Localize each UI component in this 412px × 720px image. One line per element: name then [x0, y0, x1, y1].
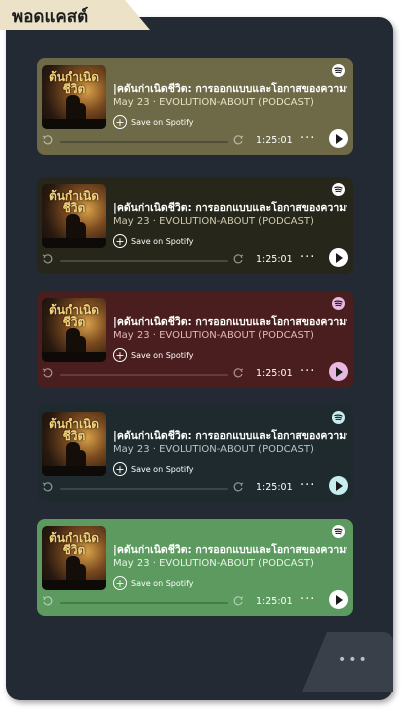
- more-horizontal-icon[interactable]: ···: [300, 592, 315, 607]
- skip-forward-15-icon[interactable]: [232, 253, 244, 265]
- skip-back-15-icon[interactable]: [42, 481, 54, 493]
- episode-artwork[interactable]: ต้นกำเนิดชีวิต: [42, 412, 106, 476]
- play-icon[interactable]: [336, 480, 343, 491]
- artwork-ground: [42, 119, 106, 129]
- episode-meta[interactable]: May 23 · EVOLUTION-ABOUT (PODCAST): [113, 216, 347, 227]
- plus-circle-icon[interactable]: +: [113, 462, 127, 476]
- skip-forward-15-icon[interactable]: [232, 367, 244, 379]
- more-dots-icon[interactable]: •••: [338, 652, 369, 668]
- play-button[interactable]: [329, 362, 348, 381]
- artwork-title: ต้นกำเนิดชีวิต: [48, 531, 100, 557]
- artwork-ground: [42, 238, 106, 248]
- section-title: พอดแคสต์: [12, 7, 89, 27]
- section-tab: พอดแคสต์: [0, 0, 150, 30]
- spotify-embed-card[interactable]: ต้นกำเนิดชีวิต |คดันก่าเนิดชีวิต: การออก…: [37, 177, 353, 274]
- episode-title[interactable]: |คดันก่าเนิดชีวิต: การออกแบบและโอกาสของค…: [113, 427, 347, 444]
- save-label[interactable]: Save on Spotify: [131, 237, 194, 246]
- save-on-spotify-button[interactable]: + Save on Spotify: [113, 233, 194, 249]
- episode-artwork[interactable]: ต้นกำเนิดชีวิต: [42, 65, 106, 129]
- episode-title[interactable]: |คดันก่าเนิดชีวิต: การออกแบบและโอกาสของค…: [113, 199, 347, 216]
- skip-forward-15-icon[interactable]: [232, 134, 244, 146]
- episode-artwork[interactable]: ต้นกำเนิดชีวิต: [42, 298, 106, 362]
- episode-meta[interactable]: May 23 · EVOLUTION-ABOUT (PODCAST): [113, 97, 347, 108]
- episode-duration: 1:25:01: [256, 254, 293, 265]
- spotify-embed-card[interactable]: ต้นกำเนิดชีวิต |คดันก่าเนิดชีวิต: การออก…: [37, 519, 353, 616]
- artwork-title: ต้นกำเนิดชีวิต: [48, 303, 100, 329]
- plus-circle-icon[interactable]: +: [113, 115, 127, 129]
- plus-circle-icon[interactable]: +: [113, 576, 127, 590]
- artwork-ground: [42, 580, 106, 590]
- more-horizontal-icon[interactable]: ···: [300, 131, 315, 146]
- spotify-embed-card[interactable]: ต้นกำเนิดชีวิต |คดันก่าเนิดชีวิต: การออก…: [37, 291, 353, 388]
- spotify-icon[interactable]: [332, 183, 345, 196]
- spotify-icon[interactable]: [332, 525, 345, 538]
- plus-circle-icon[interactable]: +: [113, 348, 127, 362]
- play-icon[interactable]: [336, 366, 343, 377]
- episode-duration: 1:25:01: [256, 368, 293, 379]
- plus-circle-icon[interactable]: +: [113, 234, 127, 248]
- spotify-embed-card[interactable]: ต้นกำเนิดชีวิต |คดันก่าเนิดชีวิต: การออก…: [37, 58, 353, 155]
- progress-track[interactable]: [60, 374, 228, 376]
- episode-duration: 1:25:01: [256, 135, 293, 146]
- spotify-icon[interactable]: [332, 411, 345, 424]
- skip-back-15-icon[interactable]: [42, 367, 54, 379]
- artwork-ground: [42, 466, 106, 476]
- spotify-icon[interactable]: [332, 64, 345, 77]
- play-button[interactable]: [329, 129, 348, 148]
- save-on-spotify-button[interactable]: + Save on Spotify: [113, 114, 194, 130]
- spotify-embed-card[interactable]: ต้นกำเนิดชีวิต |คดันก่าเนิดชีวิต: การออก…: [37, 405, 353, 502]
- save-label[interactable]: Save on Spotify: [131, 579, 194, 588]
- artwork-ground: [42, 352, 106, 362]
- spotify-icon[interactable]: [332, 297, 345, 310]
- player-controls: 1:25:01 ···: [42, 362, 348, 384]
- save-on-spotify-button[interactable]: + Save on Spotify: [113, 575, 194, 591]
- play-button[interactable]: [329, 590, 348, 609]
- save-on-spotify-button[interactable]: + Save on Spotify: [113, 347, 194, 363]
- more-horizontal-icon[interactable]: ···: [300, 364, 315, 379]
- progress-track[interactable]: [60, 260, 228, 262]
- play-button[interactable]: [329, 476, 348, 495]
- progress-track[interactable]: [60, 602, 228, 604]
- episode-artwork[interactable]: ต้นกำเนิดชีวิต: [42, 526, 106, 590]
- artwork-title: ต้นกำเนิดชีวิต: [48, 417, 100, 443]
- player-controls: 1:25:01 ···: [42, 590, 348, 612]
- episode-meta[interactable]: May 23 · EVOLUTION-ABOUT (PODCAST): [113, 330, 347, 341]
- player-controls: 1:25:01 ···: [42, 476, 348, 498]
- skip-forward-15-icon[interactable]: [232, 595, 244, 607]
- save-on-spotify-button[interactable]: + Save on Spotify: [113, 461, 194, 477]
- skip-back-15-icon[interactable]: [42, 253, 54, 265]
- artwork-title: ต้นกำเนิดชีวิต: [48, 70, 100, 96]
- episode-duration: 1:25:01: [256, 482, 293, 493]
- player-controls: 1:25:01 ···: [42, 129, 348, 151]
- skip-forward-15-icon[interactable]: [232, 481, 244, 493]
- save-label[interactable]: Save on Spotify: [131, 118, 194, 127]
- more-horizontal-icon[interactable]: ···: [300, 478, 315, 493]
- play-icon[interactable]: [336, 252, 343, 263]
- episode-title[interactable]: |คดันก่าเนิดชีวิต: การออกแบบและโอกาสของค…: [113, 541, 347, 558]
- episode-artwork[interactable]: ต้นกำเนิดชีวิต: [42, 184, 106, 248]
- progress-track[interactable]: [60, 488, 228, 490]
- play-icon[interactable]: [336, 594, 343, 605]
- play-icon[interactable]: [336, 133, 343, 144]
- artwork-title: ต้นกำเนิดชีวิต: [48, 189, 100, 215]
- episode-meta[interactable]: May 23 · EVOLUTION-ABOUT (PODCAST): [113, 558, 347, 569]
- episode-meta[interactable]: May 23 · EVOLUTION-ABOUT (PODCAST): [113, 444, 347, 455]
- skip-back-15-icon[interactable]: [42, 134, 54, 146]
- save-label[interactable]: Save on Spotify: [131, 351, 194, 360]
- player-controls: 1:25:01 ···: [42, 248, 348, 270]
- more-horizontal-icon[interactable]: ···: [300, 250, 315, 265]
- play-button[interactable]: [329, 248, 348, 267]
- episode-title[interactable]: |คดันก่าเนิดชีวิต: การออกแบบและโอกาสของค…: [113, 313, 347, 330]
- episode-title[interactable]: |คดันก่าเนิดชีวิต: การออกแบบและโอกาสของค…: [113, 80, 347, 97]
- skip-back-15-icon[interactable]: [42, 595, 54, 607]
- episode-duration: 1:25:01: [256, 596, 293, 607]
- progress-track[interactable]: [60, 141, 228, 143]
- save-label[interactable]: Save on Spotify: [131, 465, 194, 474]
